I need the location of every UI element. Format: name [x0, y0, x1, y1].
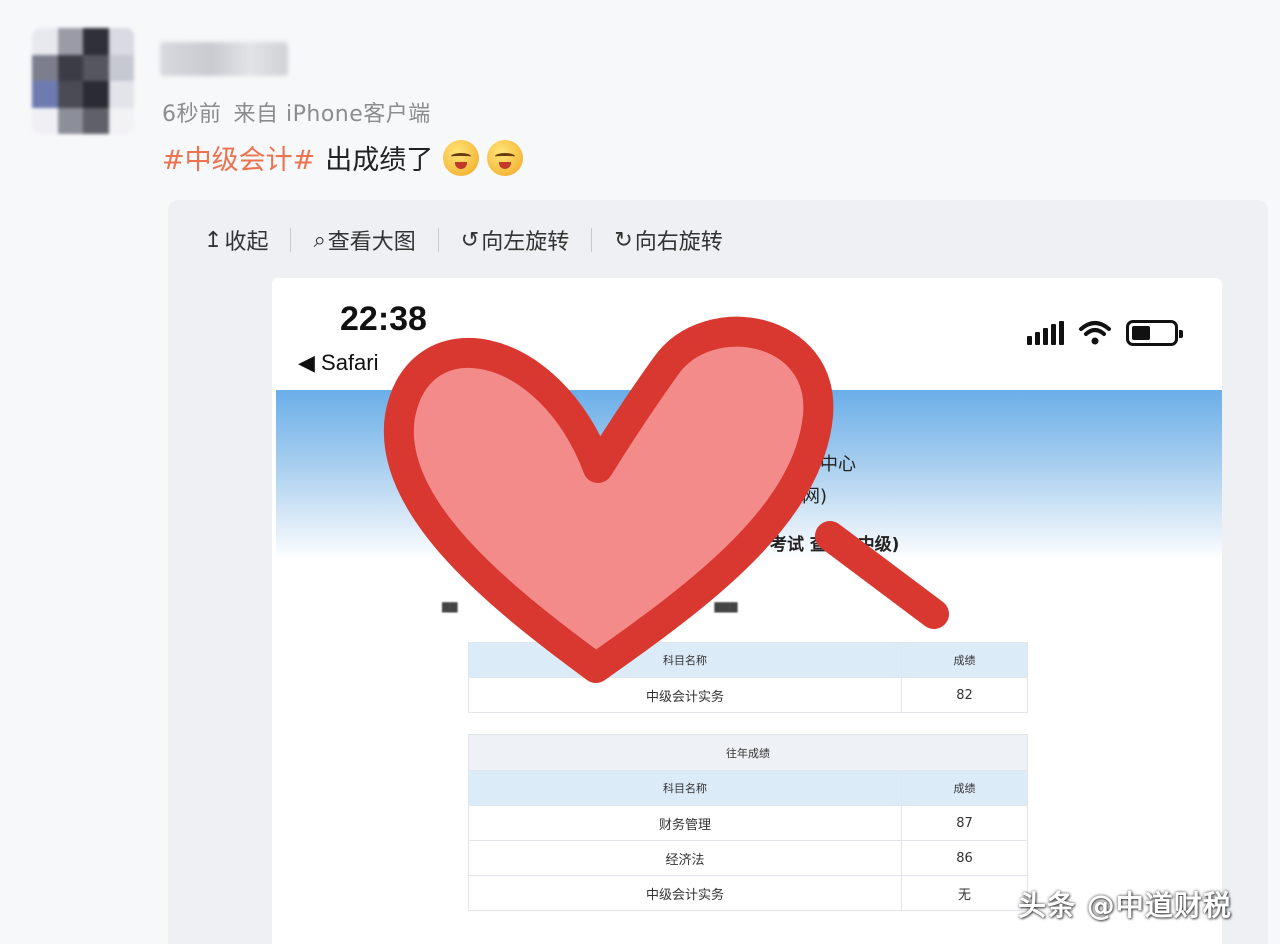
table-header-cell: 科目名称	[468, 642, 902, 678]
wifi-icon	[1079, 321, 1111, 345]
rotate-right-icon: ↻	[614, 227, 633, 253]
phone-status-icons	[1027, 320, 1183, 346]
image-toolbar: ↥ 收起 ⌕ 查看大图 ↺ 向左旋转 ↻ 向右旋转	[204, 222, 723, 258]
post-text: 出成绩了	[325, 145, 434, 176]
collapse-label: 收起	[224, 230, 269, 255]
rotate-left-button[interactable]: ↺ 向左旋转	[461, 224, 569, 256]
table-cell: 中级会计实务	[468, 677, 902, 713]
table-cell: 经济法	[468, 840, 902, 876]
avatar[interactable]	[32, 28, 134, 134]
query-page-title: 考试 查询 (中级)	[770, 535, 900, 555]
table-row: 经济法 86	[468, 840, 1028, 876]
magnifier-icon: ⌕	[313, 227, 326, 253]
rotate-left-label: 向左旋转	[481, 230, 570, 255]
candidate-info-blurred: ▇▇ ▇▇▇▇▇▇ ▇▇▇▇ ▇▇▇	[442, 602, 738, 613]
toolbar-divider	[437, 228, 439, 252]
table-cell: 中级会计实务	[468, 875, 902, 911]
post-content: #中级会计# 出成绩了	[162, 138, 524, 177]
web-page-banner	[276, 390, 1222, 560]
collapse-button[interactable]: ↥ 收起	[204, 224, 268, 256]
current-score-table: 科目名称 成绩 中级会计实务 82	[468, 642, 1028, 713]
table-row: 财务管理 87	[468, 805, 1028, 841]
post-source: 来自 iPhone客户端	[233, 102, 431, 127]
toutiao-watermark: 头条 @中道财税	[1018, 889, 1232, 922]
table-cell: 无	[901, 875, 1028, 911]
table-header-row: 科目名称 成绩	[468, 770, 1028, 806]
rotate-right-button[interactable]: ↻ 向右旋转	[614, 224, 722, 256]
table-row: 中级会计实务 82	[468, 677, 1028, 713]
table-cell: 86	[901, 840, 1028, 876]
sly-smile-emoji-icon	[443, 139, 480, 176]
table-caption-row: 往年成绩	[468, 734, 1028, 771]
table-caption: 往年成绩	[468, 734, 1028, 771]
table-cell: 82	[901, 677, 1028, 713]
table-cell: 87	[901, 805, 1028, 841]
table-header-row: 科目名称 成绩	[468, 642, 1028, 678]
collapse-up-icon: ↥	[204, 227, 223, 253]
hashtag-link[interactable]: #中级会计#	[162, 138, 315, 177]
table-header-cell: 成绩	[901, 642, 1028, 678]
banner-line-1: 中心	[820, 454, 856, 475]
rotate-left-icon: ↺	[460, 227, 480, 253]
past-score-table: 往年成绩 科目名称 成绩 财务管理 87 经济法 86 中级会计实务 无	[468, 734, 1028, 911]
toolbar-divider	[591, 228, 593, 252]
toolbar-divider	[290, 228, 292, 252]
view-large-button[interactable]: ⌕ 查看大图	[313, 224, 415, 256]
post-meta: 6秒前 来自 iPhone客户端	[162, 96, 431, 128]
screenshot-photo[interactable]: 22:38 ◀ Safari 中心 网) 考试 查询 (中级) ▇▇ ▇▇▇▇▇▇…	[272, 278, 1222, 944]
table-cell: 财务管理	[468, 805, 902, 841]
image-viewer: ↥ 收起 ⌕ 查看大图 ↺ 向左旋转 ↻ 向右旋转 22:38 ◀ Safari	[168, 200, 1268, 944]
rotate-right-label: 向右旋转	[634, 230, 723, 255]
username-blurred[interactable]	[160, 42, 288, 76]
cellular-signal-icon	[1027, 321, 1064, 345]
sly-smile-emoji-icon	[487, 139, 524, 176]
table-header-cell: 科目名称	[468, 770, 902, 806]
phone-status-time: 22:38	[340, 300, 427, 338]
table-row: 中级会计实务 无	[468, 875, 1028, 911]
view-large-label: 查看大图	[327, 230, 416, 255]
banner-line-2: 网)	[802, 486, 828, 507]
phone-back-to-safari: ◀ Safari	[298, 350, 379, 375]
table-header-cell: 成绩	[901, 770, 1028, 806]
battery-icon	[1126, 320, 1183, 346]
post-time: 6秒前	[162, 102, 222, 127]
weibo-post: 6秒前 来自 iPhone客户端 #中级会计# 出成绩了 ↥ 收起 ⌕ 查看大图 …	[0, 0, 1280, 944]
